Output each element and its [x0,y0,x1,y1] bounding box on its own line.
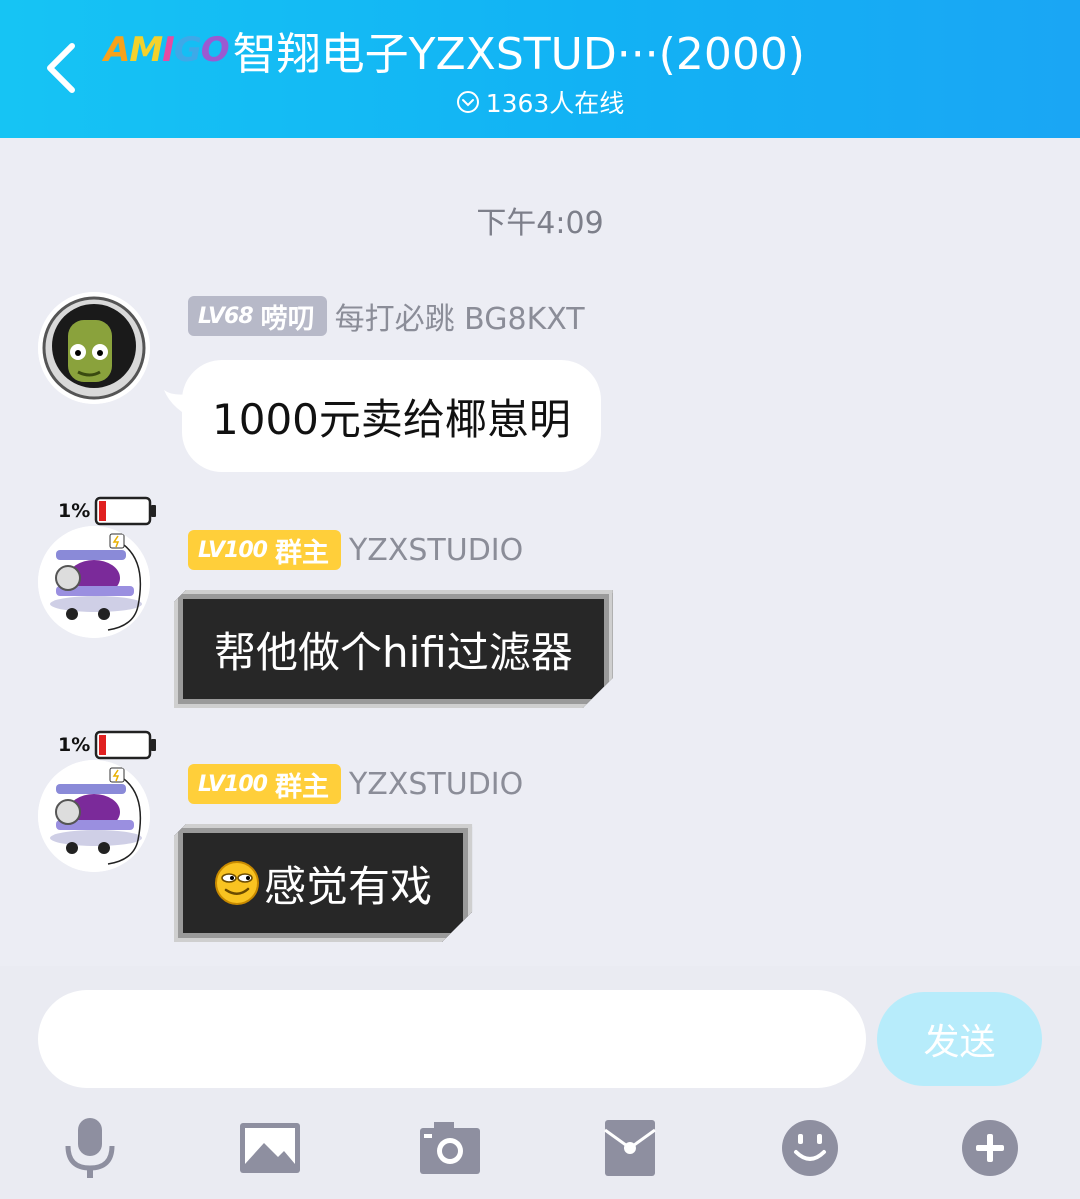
message-input[interactable] [38,990,866,1088]
red-packet-icon [604,1120,656,1176]
chat-header: A M I G O 智翔电子YZXSTUD···(2000) 1363人在线 [0,0,1080,138]
message-bubble[interactable]: 感觉有戏 [174,824,472,942]
group-title: 智翔电子YZXSTUD···(2000) [232,29,805,80]
battery-indicator: 1% [58,730,158,760]
red-packet-button[interactable] [590,1108,670,1188]
sender-name[interactable]: 每打必跳 BG8KXT [335,294,585,338]
more-button[interactable] [950,1108,1030,1188]
message-timestamp: 下午4:09 [476,206,604,241]
airplane-avatar-icon [38,760,150,872]
battery-percent: 1% [58,500,91,522]
emoji-icon [782,1120,838,1176]
microphone-icon [65,1118,115,1178]
message-text: 帮他做个hifi过滤器 [214,627,573,677]
message-bubble[interactable]: 1000元卖给椰崽明 [182,360,601,472]
input-area: 发送 [0,966,1080,1199]
level-badge: LV100 群主 [188,530,341,570]
voice-button[interactable] [50,1108,130,1188]
emoji-button[interactable] [770,1108,850,1188]
battery-icon [95,496,157,526]
battery-icon [95,730,157,760]
message-meta: LV100 群主 YZXSTUDIO [188,764,523,804]
amigo-logo: A M I G O [104,30,230,70]
image-icon [240,1123,300,1173]
smirk-emoji-icon [214,860,260,906]
chat-title-row[interactable]: A M I G O 智翔电子YZXSTUD···(2000) [104,22,805,80]
sender-name[interactable]: YZXSTUDIO [349,767,523,802]
level-badge: LV100 群主 [188,764,341,804]
send-button[interactable]: 发送 [877,992,1042,1086]
plus-icon [962,1120,1018,1176]
message-text: 1000元卖给椰崽明 [212,394,571,444]
chevron-circle-down-icon [456,91,479,113]
airplane-avatar-icon [38,526,150,638]
avatar[interactable] [38,760,150,872]
message-meta: LV68 唠叨 每打必跳 BG8KXT [188,294,585,338]
message-bubble[interactable]: 帮他做个hifi过滤器 [174,590,613,708]
avatar[interactable] [38,526,150,638]
sender-name[interactable]: YZXSTUDIO [349,533,523,568]
image-button[interactable] [230,1108,310,1188]
online-count[interactable]: 1363人在线 [0,84,1080,120]
avatar[interactable] [38,292,150,404]
online-count-text: 1363人在线 [485,89,625,118]
battery-percent: 1% [58,734,91,756]
battery-indicator: 1% [58,496,158,526]
level-badge: LV68 唠叨 [188,296,327,336]
camera-icon [420,1122,480,1174]
kerbal-avatar-icon [38,292,150,404]
input-toolbar [0,1108,1080,1188]
camera-button[interactable] [410,1108,490,1188]
message-text: 感觉有戏 [264,861,433,911]
message-meta: LV100 群主 YZXSTUDIO [188,530,523,570]
